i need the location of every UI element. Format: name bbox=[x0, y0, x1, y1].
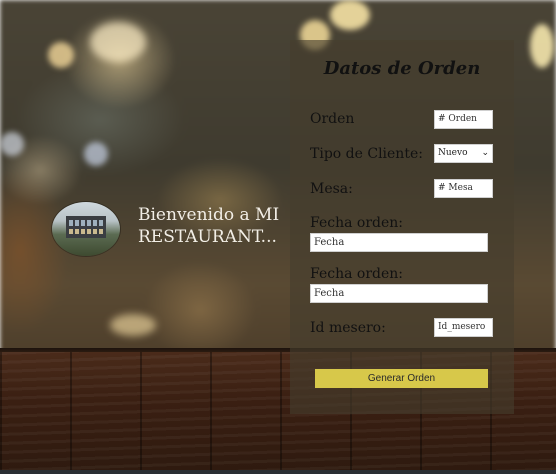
fecha-orden-label-2: Fecha orden: bbox=[310, 266, 403, 282]
bokeh-light bbox=[110, 314, 156, 336]
bokeh-light bbox=[48, 42, 74, 68]
bokeh-light bbox=[84, 142, 108, 166]
restaurant-logo bbox=[52, 202, 120, 256]
tipo-cliente-value: Nuevo bbox=[438, 148, 468, 158]
mesa-input[interactable]: # Mesa bbox=[434, 179, 493, 198]
orden-input[interactable]: # Orden bbox=[434, 110, 493, 129]
form-title: Datos de Orden bbox=[323, 58, 481, 79]
generar-orden-button[interactable]: Generar Orden bbox=[315, 369, 488, 388]
welcome-line-2: RESTAURANT... bbox=[138, 227, 277, 247]
fecha-orden-input-1[interactable]: Fecha bbox=[310, 233, 488, 252]
tipo-cliente-select[interactable]: Nuevo ⌄ bbox=[434, 144, 493, 163]
bokeh-light bbox=[530, 24, 554, 68]
welcome-message: Bienvenido a MI RESTAURANT... bbox=[138, 204, 288, 248]
order-form-panel: Datos de Orden Orden # Orden Tipo de Cli… bbox=[290, 40, 514, 414]
bokeh-light bbox=[90, 22, 146, 62]
building-icon bbox=[66, 216, 106, 238]
bokeh-light bbox=[330, 0, 370, 30]
mesa-label: Mesa: bbox=[310, 181, 353, 197]
bokeh-light bbox=[0, 132, 24, 156]
id-mesero-label: Id mesero: bbox=[310, 320, 386, 336]
fecha-orden-label-1: Fecha orden: bbox=[310, 215, 403, 231]
id-mesero-input[interactable]: Id_mesero bbox=[434, 318, 493, 337]
tipo-cliente-label: Tipo de Cliente: bbox=[310, 146, 423, 162]
chevron-down-icon: ⌄ bbox=[481, 148, 489, 158]
orden-label: Orden bbox=[310, 111, 355, 127]
fecha-orden-input-2[interactable]: Fecha bbox=[310, 284, 488, 303]
welcome-line-1: Bienvenido a MI bbox=[138, 205, 280, 225]
bottom-strip bbox=[0, 470, 556, 474]
